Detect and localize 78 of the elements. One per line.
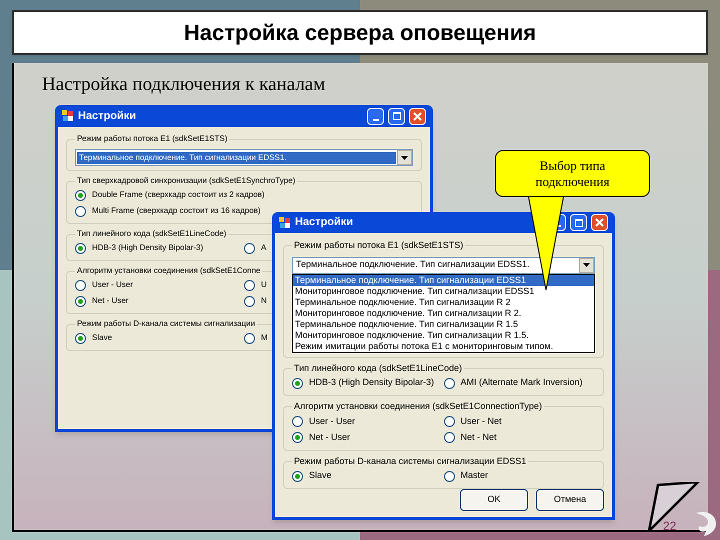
radio-label: A [261, 242, 266, 254]
radio-label: Slave [309, 469, 332, 482]
radio-label: Slave [92, 332, 112, 344]
radio-label: HDB-3 (High Density Bipolar-3) [92, 242, 204, 254]
radio-button[interactable] [444, 416, 454, 427]
close-icon [595, 218, 604, 227]
dropdown-option[interactable]: Мониторинговое подключение. Тип сигнализации R 1.5. [293, 330, 594, 340]
app-icon [62, 110, 74, 122]
radio-label: User - User [309, 414, 356, 428]
dropdown-option[interactable]: Терминальное подключение. Тип сигнализации R 2 [293, 296, 594, 308]
dropdown-option[interactable]: Мониторинговое подключение. Тип сигнализации R 2. [293, 308, 594, 318]
close-icon [413, 112, 422, 120]
dropdown-option[interactable]: Терминальное подключение. Тип сигнализации EDSS1 [293, 274, 594, 286]
window-title: Настройки [295, 215, 354, 230]
radio-label: HDB-3 (High Density Bipolar-3) [309, 376, 434, 390]
dropdown-field[interactable]: Терминальное подключение. Тип сигнализации EDSS1. [75, 149, 413, 166]
radio-button[interactable] [292, 470, 303, 482]
radio-button[interactable] [444, 470, 454, 482]
radio-button[interactable] [292, 416, 303, 427]
group-title: Тип сверхкадровой синхронизации (sdkSetE1SynchroType) [76, 175, 296, 187]
radio-label: AMI (Alternate Mark Inversion) [460, 376, 583, 390]
window-title: Настройки [78, 108, 138, 124]
minimize-button[interactable] [367, 108, 384, 124]
close-button[interactable] [409, 108, 426, 124]
radio-label: Multi Frame (сверхкадр состоит из 16 кадров) [92, 205, 261, 217]
radio-button[interactable] [244, 242, 255, 254]
radio-button[interactable] [244, 280, 255, 290]
radio-label: Net - Net [460, 430, 497, 444]
group-title: Режим работы D-канала системы сигнализации EDSS1 [293, 454, 528, 468]
caret-icon [401, 156, 408, 160]
radio-button[interactable] [292, 378, 303, 388]
radio-button[interactable] [292, 432, 303, 443]
dropdown-button[interactable] [397, 150, 412, 165]
group-title: Режим работы потока E1 (sdkSetE1STS) [293, 239, 464, 252]
group-title: Алгоритм установки соединения (sdkSetE1Conne [76, 265, 262, 277]
dropdown-option[interactable]: Режим имитации работы потока E1 с мониторинговым типом. [293, 340, 594, 352]
slide-subtitle: Настройка подключения к каналам [42, 73, 326, 97]
radio-button[interactable] [75, 296, 86, 306]
radio-label: M [261, 332, 268, 344]
dropdown-button[interactable] [579, 258, 594, 272]
radio-button[interactable] [244, 332, 255, 344]
maximize-button[interactable] [388, 108, 405, 124]
radio-button[interactable] [75, 190, 86, 200]
dropdown-option[interactable]: Терминальное подключение. Тип сигнализации R 1.5 [293, 318, 594, 330]
group-title: Тип линейного кода (sdkSetE1LineCode) [76, 228, 228, 240]
radio-label: User - Net [460, 414, 502, 428]
radio-label: N [261, 295, 267, 307]
callout-bubble: Выбор типа подключения [495, 150, 650, 197]
radio-button[interactable] [75, 332, 86, 344]
dialog-button[interactable]: Отмена [536, 489, 604, 511]
slide-title: Настройка сервера оповещения [12, 10, 708, 55]
radio-label: Master [460, 469, 488, 482]
radio-button[interactable] [75, 242, 86, 254]
dropdown-value: Терминальное подключение. Тип сигнализации EDSS1. [77, 152, 396, 164]
radio-label: Net - User [309, 430, 350, 444]
radio-label: Net - User [92, 295, 128, 307]
radio-label: U [261, 279, 267, 291]
curved-arrow-icon [696, 510, 718, 538]
radio-button[interactable] [444, 432, 454, 443]
page-number: 22 [663, 518, 676, 535]
group-title: Режим работы D-канала системы сигнализации [76, 318, 256, 330]
close-button[interactable] [591, 214, 608, 231]
radio-button[interactable] [444, 378, 454, 388]
dialog-button[interactable]: OK [460, 489, 528, 511]
radio-button[interactable] [75, 206, 86, 216]
radio-button[interactable] [75, 280, 86, 290]
dropdown-option[interactable]: Мониторинговое подключение. Тип сигнализации EDSS1 [293, 286, 594, 296]
radio-button[interactable] [244, 296, 255, 306]
maximize-button[interactable] [570, 214, 587, 231]
group-title: Режим работы потока E1 (sdkSetE1STS) [76, 133, 228, 145]
dropdown-value: Терминальное подключение. Тип сигнализации EDSS1. [295, 258, 531, 272]
app-icon [279, 216, 291, 228]
caret-icon [583, 263, 590, 267]
dropdown-field[interactable]: Терминальное подключение. Тип сигнализации EDSS1. [292, 256, 595, 274]
group-title: Тип линейного кода (sdkSetE1LineCode) [293, 362, 464, 375]
radio-label: Double Frame (сверхкадр состоит из 2 кадров) [92, 189, 265, 201]
group-title: Алгоритм установки соединения (sdkSetE1ConnectionType) [293, 400, 543, 413]
radio-label: User - User [92, 279, 133, 291]
